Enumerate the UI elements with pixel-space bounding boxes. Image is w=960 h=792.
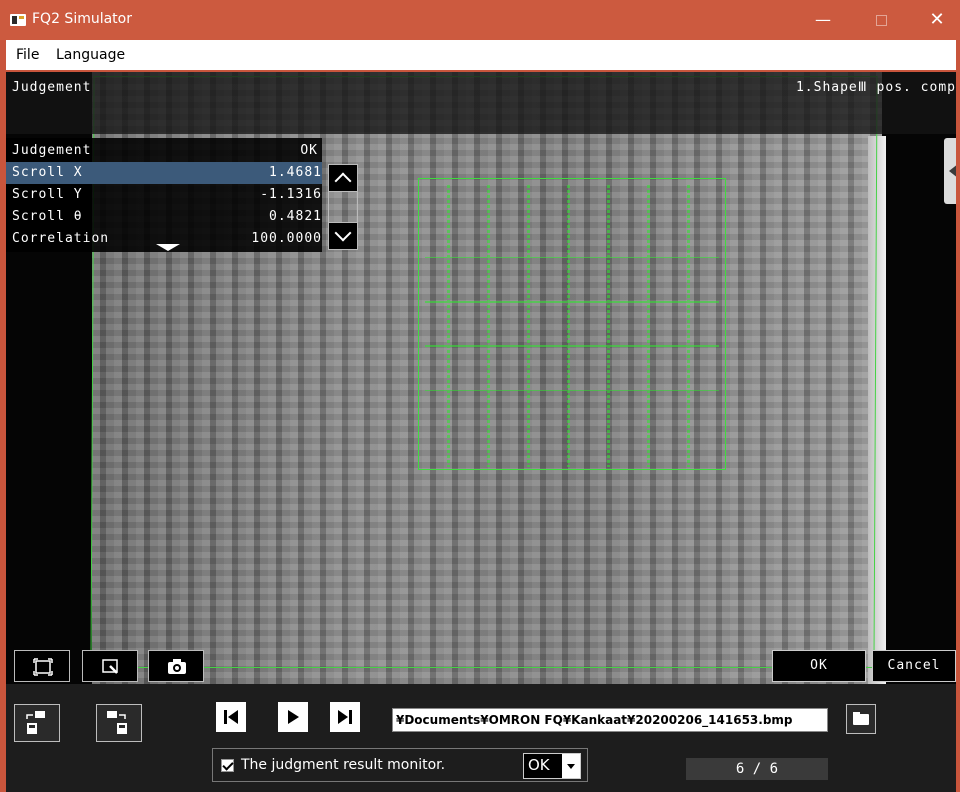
- capture-button[interactable]: [148, 650, 204, 682]
- export-image-button[interactable]: [96, 704, 142, 742]
- result-monitor-checkbox[interactable]: [221, 759, 234, 772]
- result-row-label: Scroll Y: [12, 187, 83, 202]
- scroll-down-icon[interactable]: [328, 222, 358, 250]
- viewport-header: Judgement 1.ShapeⅢ pos. comp: [6, 72, 956, 134]
- result-filter-select[interactable]: OK: [523, 753, 581, 779]
- export-image-icon: [107, 711, 127, 734]
- result-row-label: Correlation: [12, 231, 110, 246]
- model-region[interactable]: [418, 178, 726, 470]
- menu-language[interactable]: Language: [56, 47, 125, 63]
- mode-label: Judgement: [12, 80, 92, 95]
- menu-bar: File Language: [6, 40, 956, 70]
- result-row-scroll-y[interactable]: Scroll Y -1.1316: [6, 184, 322, 206]
- minimize-button[interactable]: —: [800, 0, 846, 40]
- result-header-row: Judgement OK: [6, 140, 322, 162]
- result-row-value: -1.1316: [260, 187, 322, 202]
- image-path-text: ¥Documents¥OMRON FQ¥Kankaat¥20200206_141…: [396, 713, 793, 727]
- chevron-down-icon: [562, 754, 580, 778]
- expand-icon[interactable]: [156, 244, 180, 251]
- result-row-label: Scroll θ: [12, 209, 83, 224]
- zoom-icon: [102, 659, 118, 674]
- maximize-icon: [875, 15, 887, 26]
- result-row-scroll-theta[interactable]: Scroll θ 0.4821: [6, 206, 322, 228]
- camera-icon: [168, 659, 186, 674]
- result-row-value: 1.4681: [269, 165, 322, 180]
- folder-icon[interactable]: [846, 704, 876, 734]
- result-row-scroll-x[interactable]: Scroll X 1.4681: [6, 162, 322, 184]
- result-filter-value: OK: [528, 756, 550, 774]
- app-window: FQ2 Simulator — ✕ File Language Judgemen…: [0, 0, 960, 792]
- ok-button[interactable]: OK: [772, 650, 866, 682]
- result-header-label: Judgement: [12, 143, 92, 158]
- zoom-button[interactable]: [82, 650, 138, 682]
- app-icon: [10, 14, 26, 26]
- title-bar: FQ2 Simulator — ✕: [0, 0, 960, 40]
- panel-toggle-icon[interactable]: [944, 138, 956, 204]
- minimize-icon: —: [815, 10, 831, 29]
- menu-file[interactable]: File: [16, 47, 39, 63]
- model-edge-points: [425, 185, 719, 467]
- play-icon: [288, 710, 299, 724]
- import-image-button[interactable]: [14, 704, 60, 742]
- close-icon: ✕: [929, 9, 945, 30]
- fit-screen-icon: [33, 658, 53, 676]
- result-row-label: Scroll X: [12, 165, 83, 180]
- result-row-value: 100.0000: [251, 231, 322, 246]
- image-viewport[interactable]: Judgement 1.ShapeⅢ pos. comp Judgement O…: [6, 72, 956, 684]
- last-frame-button[interactable]: [330, 702, 360, 732]
- result-monitor-label: The judgment result monitor.: [241, 757, 446, 773]
- result-row-value: 0.4821: [269, 209, 322, 224]
- scroll-track[interactable]: [328, 192, 358, 222]
- image-counter: 6 / 6: [686, 758, 828, 780]
- first-frame-icon: [224, 710, 238, 724]
- image-path-field[interactable]: ¥Documents¥OMRON FQ¥Kankaat¥20200206_141…: [392, 708, 828, 732]
- close-button[interactable]: ✕: [914, 0, 960, 40]
- fit-screen-button[interactable]: [14, 650, 70, 682]
- cancel-button[interactable]: Cancel: [872, 650, 956, 682]
- play-button[interactable]: [278, 702, 308, 732]
- first-frame-button[interactable]: [216, 702, 246, 732]
- maximize-button[interactable]: [858, 0, 904, 40]
- scroll-up-icon[interactable]: [328, 164, 358, 192]
- result-panel: Judgement OK Scroll X 1.4681 Scroll Y -1…: [6, 138, 322, 252]
- result-header-value: OK: [300, 143, 318, 158]
- control-panel: ¥Documents¥OMRON FQ¥Kankaat¥20200206_141…: [6, 684, 956, 792]
- import-image-icon: [26, 711, 45, 734]
- last-frame-icon: [338, 710, 352, 724]
- result-monitor-row: The judgment result monitor. OK: [212, 748, 588, 782]
- inspection-item-label: 1.ShapeⅢ pos. comp: [795, 80, 956, 95]
- window-title: FQ2 Simulator: [32, 11, 132, 27]
